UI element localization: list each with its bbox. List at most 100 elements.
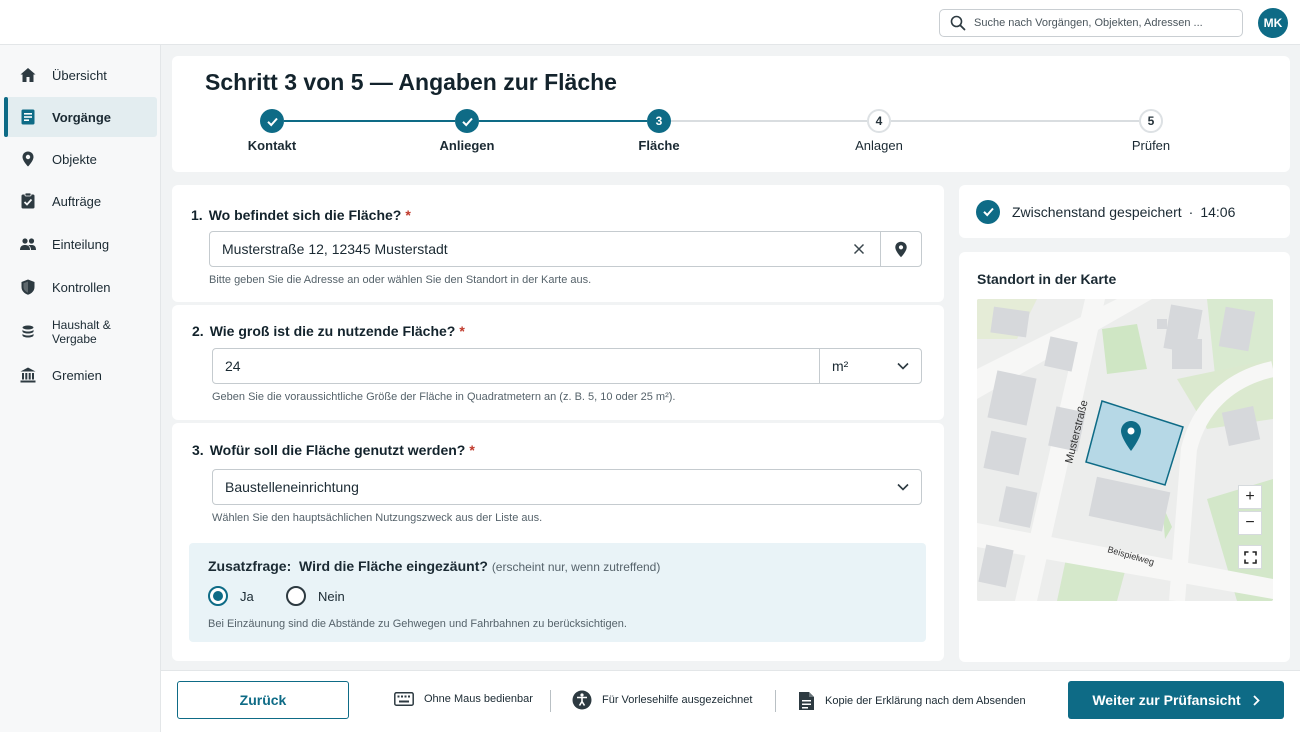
next-button-label: Weiter zur Prüfansicht xyxy=(1092,692,1241,708)
sidebar: Übersicht Vorgänge Objekte Aufträge Eint… xyxy=(0,45,161,732)
question-3-hint: Wählen Sie den hauptsächlichen Nutzungsz… xyxy=(212,512,543,524)
bottom-action-bar: Zurück Ohne Maus bedienbar Für Vorlesehi… xyxy=(161,670,1300,732)
question-3-label: 3. Wofür soll die Fläche genutzt werden? * xyxy=(192,442,475,458)
check-circle-icon xyxy=(976,199,1000,224)
question-number: 1. xyxy=(191,207,203,223)
additional-question-panel: Zusatzfrage: Wird die Fläche eingezäunt?… xyxy=(189,543,926,642)
step-connector xyxy=(891,120,1139,122)
sidebar-item-gremien[interactable]: Gremien xyxy=(4,355,157,395)
unit-value: m² xyxy=(832,358,849,374)
radio-nein[interactable]: Nein xyxy=(286,586,345,606)
clipboard-check-icon xyxy=(21,192,35,209)
chevron-down-icon xyxy=(897,362,909,370)
people-icon xyxy=(20,238,36,250)
check-icon xyxy=(461,117,473,126)
sidebar-item-label: Aufträge xyxy=(52,193,102,209)
map-title: Standort in der Karte xyxy=(977,271,1117,287)
required-marker: * xyxy=(459,323,465,339)
clear-button[interactable] xyxy=(838,232,880,266)
sidebar-item-kontrollen[interactable]: Kontrollen xyxy=(4,267,157,307)
search-input[interactable] xyxy=(974,17,1234,29)
divider xyxy=(550,690,551,712)
usage-select[interactable]: Baustelleneinrichtung xyxy=(212,469,922,505)
global-search[interactable] xyxy=(939,9,1243,37)
sidebar-item-label: Haushalt & Vergabe xyxy=(52,318,111,346)
radio-nein-indicator[interactable] xyxy=(286,586,306,606)
keyboard-icon xyxy=(394,692,414,706)
required-marker: * xyxy=(405,207,411,223)
additional-question-text: Wird die Fläche eingezäunt? xyxy=(299,558,488,574)
fullscreen-icon xyxy=(1243,550,1257,564)
radio-ja-label: Ja xyxy=(240,588,254,604)
coins-icon xyxy=(22,325,34,338)
step-2-label: Anliegen xyxy=(439,138,495,153)
step-1-label: Kontakt xyxy=(247,138,297,153)
radio-ja-indicator[interactable] xyxy=(208,586,228,606)
step-4-circle: 4 xyxy=(867,109,891,133)
sidebar-item-label: Kontrollen xyxy=(52,279,111,295)
document-list-icon xyxy=(21,109,35,125)
radio-ja[interactable]: Ja xyxy=(208,586,254,606)
page-title: Schritt 3 von 5 — Angaben zur Fläche xyxy=(205,69,617,95)
usage-select-value: Baustelleneinrichtung xyxy=(225,479,359,495)
sidebar-item-haushalt-vergabe[interactable]: Haushalt & Vergabe xyxy=(4,312,157,352)
step-connector xyxy=(671,120,867,122)
accessibility-icon xyxy=(572,690,592,710)
step-connector xyxy=(284,120,455,122)
sidebar-item-label: Gremien xyxy=(52,367,102,383)
required-marker: * xyxy=(469,442,475,458)
address-input[interactable] xyxy=(210,232,838,266)
step-3-circle: 3 xyxy=(647,109,671,133)
search-icon xyxy=(950,15,966,31)
sidebar-item-label: Objekte xyxy=(52,151,97,167)
sidebar-item-auftraege[interactable]: Aufträge xyxy=(4,181,157,221)
feature-keyboard-label: Ohne Maus bedienbar xyxy=(424,693,533,705)
question-1-label: 1. Wo befindet sich die Fläche? * xyxy=(191,207,411,223)
sidebar-item-objekte[interactable]: Objekte xyxy=(4,139,157,179)
zoom-out-button[interactable]: − xyxy=(1238,511,1262,535)
sidebar-item-label: Vorgänge xyxy=(52,109,111,125)
sidebar-item-einteilung[interactable]: Einteilung xyxy=(4,224,157,264)
step-4-label: Anlagen xyxy=(855,138,903,153)
feature-screenreader: Für Vorlesehilfe ausgezeichnet xyxy=(572,690,752,710)
user-avatar[interactable]: MK xyxy=(1258,8,1288,38)
step-5-label: Prüfen xyxy=(1131,138,1171,153)
radio-nein-label: Nein xyxy=(318,588,345,604)
unit-select[interactable]: m² xyxy=(819,349,921,383)
locate-on-map-button[interactable] xyxy=(880,232,921,266)
check-icon xyxy=(266,117,278,126)
chevron-down-icon xyxy=(897,483,909,491)
save-status-separator: · xyxy=(1188,203,1194,220)
location-pin-icon xyxy=(22,151,34,167)
save-status-card: Zwischenstand gespeichert · 14:06 xyxy=(959,185,1290,238)
sidebar-item-vorgaenge[interactable]: Vorgänge xyxy=(4,97,157,137)
feature-copy-label: Kopie der Erklärung nach dem Absenden xyxy=(825,695,1026,707)
map-canvas: Musterstraße Beispielweg xyxy=(977,299,1273,601)
location-map[interactable]: Musterstraße Beispielweg + − xyxy=(977,299,1273,601)
question-text: Wie groß ist die zu nutzende Fläche? xyxy=(209,323,456,339)
shield-icon xyxy=(21,279,35,295)
document-icon xyxy=(799,692,814,710)
address-field xyxy=(209,231,922,267)
back-button[interactable]: Zurück xyxy=(177,681,349,719)
zoom-in-button[interactable]: + xyxy=(1238,485,1262,509)
chevron-right-icon xyxy=(1253,694,1260,706)
location-pin-icon xyxy=(895,241,907,257)
question-2-card: 2. Wie groß ist die zu nutzende Fläche? * … xyxy=(172,305,944,420)
feature-copy: Kopie der Erklärung nach dem Absenden xyxy=(798,691,1026,711)
area-size-input[interactable] xyxy=(213,349,819,383)
stepper-card: Schritt 3 von 5 — Angaben zur Fläche 3 4… xyxy=(172,56,1290,172)
sidebar-item-label: Einteilung xyxy=(52,236,110,252)
step-5-circle: 5 xyxy=(1139,109,1163,133)
question-number: 2. xyxy=(192,323,204,339)
question-2-hint: Geben Sie die voraussichtliche Größe der… xyxy=(212,391,676,403)
question-2-label: 2. Wie groß ist die zu nutzende Fläche? * xyxy=(192,323,465,339)
sidebar-item-uebersicht[interactable]: Übersicht xyxy=(4,55,157,95)
step-1-circle xyxy=(260,109,284,133)
close-icon xyxy=(853,243,865,255)
fullscreen-button[interactable] xyxy=(1238,545,1262,569)
home-icon xyxy=(20,68,36,82)
save-status-text: Zwischenstand gespeichert xyxy=(1012,203,1182,220)
next-button[interactable]: Weiter zur Prüfansicht xyxy=(1068,681,1284,719)
sidebar-item-label: Übersicht xyxy=(52,67,107,83)
